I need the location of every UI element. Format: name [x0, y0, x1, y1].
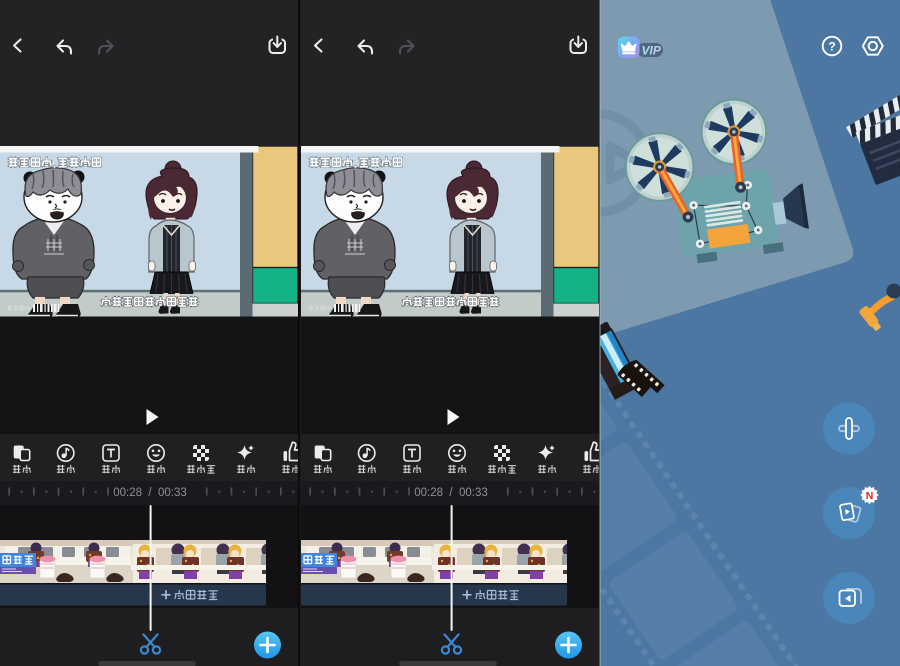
svg-text:N: N — [866, 490, 874, 502]
svg-text:?: ? — [828, 40, 835, 54]
svg-text:VIP: VIP — [642, 44, 662, 58]
